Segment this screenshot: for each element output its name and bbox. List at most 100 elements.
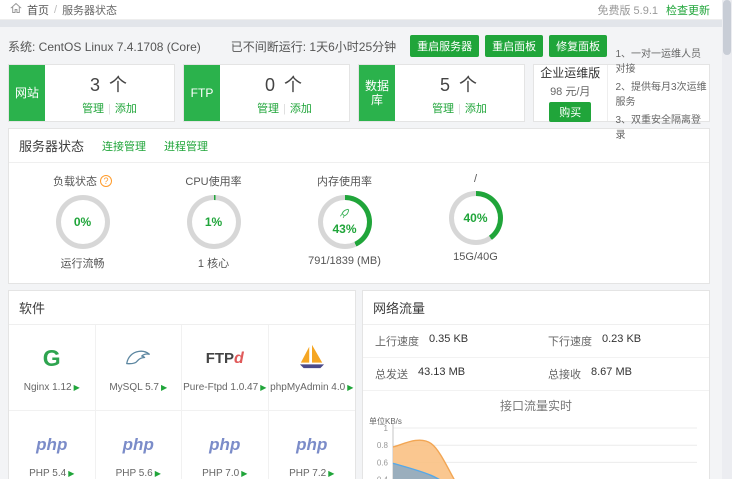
running-play-icon[interactable]: ▶ (347, 383, 353, 392)
gauge-0: 负载状态?0%运行流畅 (17, 173, 148, 271)
gauge-ring: 1% (187, 195, 241, 249)
svg-text:0.4: 0.4 (377, 476, 389, 479)
software-item-0[interactable]: GNginx 1.12▶ (9, 325, 96, 411)
software-name: phpMyAdmin 4.0▶ (270, 382, 353, 393)
gauge-title: / (474, 173, 477, 185)
help-icon[interactable]: ? (100, 175, 112, 187)
running-play-icon[interactable]: ▶ (260, 383, 266, 392)
manage-link[interactable]: 管理 (432, 103, 454, 115)
server-status-tab-1[interactable]: 进程管理 (164, 141, 208, 153)
software-item-4[interactable]: php PHP 5.4▶ (9, 411, 96, 479)
network-stats: 上行速度 0.35 KB 下行速度0.23 KB 总发送 43.13 MB 总接收 8.67… (363, 325, 709, 391)
breadcrumb-separator: / (54, 4, 57, 16)
network-stat-value: 8.67 MB (591, 366, 632, 382)
gauge-caption: 运行流畅 (61, 255, 105, 271)
php-logo-icon: php (209, 435, 240, 455)
home-icon (10, 2, 22, 17)
scrollbar-thumb[interactable] (723, 0, 731, 55)
gauge-caption: 791/1839 (MB) (308, 255, 381, 267)
promo-feature-2: 3、双重安全隔离登录 (616, 111, 710, 141)
gauge-caption: 15G/40G (453, 251, 498, 263)
running-play-icon[interactable]: ▶ (328, 469, 334, 478)
system-button-2[interactable]: 修复面板 (549, 35, 607, 57)
network-stat-label: 上行速度 (375, 333, 419, 349)
gauge-title: CPU使用率 (185, 173, 241, 189)
promo-feature-0: 1、一对一运维人员对接 (616, 45, 710, 75)
stat-card-tag: 网站 (9, 65, 45, 121)
add-link[interactable]: 添加 (465, 103, 487, 115)
gauge-percent: 40% (463, 211, 487, 225)
server-status-panel: 服务器状态 连接管理进程管理 负载状态?0%运行流畅CPU使用率1%1 核心内存… (8, 128, 710, 284)
software-panel: 软件 GNginx 1.12▶MySQL 5.7▶FTPdPure-Ftpd 1… (8, 290, 356, 479)
network-title: 网络流量 (373, 298, 425, 317)
phpmyadmin-sailboat-icon (297, 344, 327, 373)
gauges-row: 负载状态?0%运行流畅CPU使用率1%1 核心内存使用率43%791/1839 … (9, 163, 709, 283)
svg-text:0.8: 0.8 (377, 441, 389, 450)
system-buttons: 重启服务器重启面板修复面板 (410, 35, 613, 57)
system-button-0[interactable]: 重启服务器 (410, 35, 479, 57)
software-name: Pure-Ftpd 1.0.47▶ (183, 382, 266, 393)
nginx-logo-icon: G (43, 345, 61, 372)
system-os-text: 系统: CentOS Linux 7.4.1708 (Core) (8, 38, 201, 55)
panel-version: 免费版 5.9.1 (597, 2, 658, 18)
link-separator: | (458, 103, 461, 115)
php-logo-icon: php (36, 435, 67, 455)
software-item-2[interactable]: FTPdPure-Ftpd 1.0.47▶ (182, 325, 269, 411)
running-play-icon[interactable]: ▶ (74, 383, 80, 392)
network-stat-value: 43.13 MB (418, 366, 465, 382)
software-item-7[interactable]: php PHP 7.2▶ (269, 411, 356, 479)
php-logo-icon: php (296, 435, 327, 455)
network-header: 网络流量 (363, 291, 709, 325)
network-stat-3: 总接收 8.67 MB (536, 358, 709, 391)
stat-card-count: 0 个 (265, 71, 304, 97)
check-update-link[interactable]: 检查更新 (666, 2, 710, 18)
running-play-icon[interactable]: ▶ (155, 469, 161, 478)
running-play-icon[interactable]: ▶ (161, 383, 167, 392)
software-item-3[interactable]: phpMyAdmin 4.0▶ (269, 325, 356, 411)
add-link[interactable]: 添加 (290, 103, 312, 115)
software-name: MySQL 5.7▶ (109, 382, 167, 393)
gauge-ring: 43% (318, 195, 372, 249)
stat-card-count: 5 个 (440, 71, 479, 97)
network-stat-label: 总接收 (548, 366, 581, 382)
software-name: PHP 7.2▶ (289, 468, 334, 479)
software-item-6[interactable]: phpPHP 7.0▶ (182, 411, 269, 479)
gauge-percent: 43% (332, 222, 356, 236)
network-stat-label: 总发送 (375, 366, 408, 382)
buy-button[interactable]: 购买 (549, 102, 591, 122)
system-info-row: 系统: CentOS Linux 7.4.1708 (Core) 已不间断运行:… (8, 33, 710, 59)
running-play-icon[interactable]: ▶ (241, 469, 247, 478)
breadcrumb-current: 服务器状态 (62, 2, 117, 18)
server-status-header: 服务器状态 连接管理进程管理 (9, 129, 709, 163)
software-item-5[interactable]: phpPHP 5.6▶ (96, 411, 183, 479)
chart-title: 接口流量实时 (363, 391, 709, 416)
gauge-percent: 1% (205, 215, 222, 229)
network-stat-1: 下行速度0.23 KB (536, 325, 709, 358)
series-area-0 (393, 440, 697, 479)
running-play-icon[interactable]: ▶ (68, 469, 74, 478)
software-item-1[interactable]: MySQL 5.7▶ (96, 325, 183, 411)
mysql-dolphin-icon (123, 345, 153, 372)
stat-card-0: 网站3 个管理|添加 (8, 64, 175, 122)
link-separator: | (108, 103, 111, 115)
manage-link[interactable]: 管理 (82, 103, 104, 115)
gauge-3: / 40% 15G/40G (410, 173, 541, 271)
svg-text:0.6: 0.6 (377, 458, 389, 467)
server-status-tab-0[interactable]: 连接管理 (102, 141, 146, 153)
network-stat-value: 0.23 KB (602, 333, 641, 349)
promo-feature-1: 2、提供每月3次运维服务 (616, 78, 710, 108)
gauge-title-text: 负载状态 (53, 173, 97, 189)
add-link[interactable]: 添加 (115, 103, 137, 115)
promo-title: 企业运维版 (540, 64, 600, 81)
system-uptime-text: 已不间断运行: 1天6小时25分钟 (231, 38, 396, 55)
memory-release-icon[interactable] (339, 208, 350, 222)
network-stat-2: 总发送 43.13 MB (363, 358, 536, 391)
software-name: PHP 5.4▶ (29, 468, 74, 479)
breadcrumb-home-link[interactable]: 首页 (27, 2, 49, 18)
stat-card-tag: FTP (184, 65, 220, 121)
manage-link[interactable]: 管理 (257, 103, 279, 115)
system-button-1[interactable]: 重启面板 (485, 35, 543, 57)
network-stat-value: 0.35 KB (429, 333, 468, 349)
network-stat-0: 上行速度 0.35 KB (363, 325, 536, 358)
gauge-title-text: / (474, 173, 477, 185)
